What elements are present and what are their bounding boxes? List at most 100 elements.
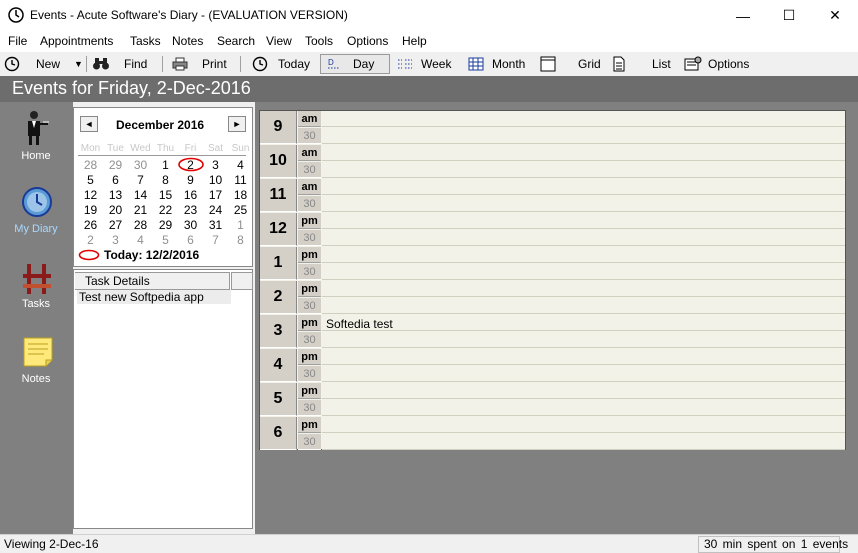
next-month-button[interactable]: ► [228, 116, 246, 132]
task-column-header[interactable]: Task Details [75, 272, 230, 290]
calendar-day[interactable]: 26 [78, 218, 103, 232]
time-slot[interactable] [322, 332, 845, 348]
time-slot[interactable] [322, 111, 845, 127]
menu-file[interactable]: File [8, 34, 27, 48]
menu-search[interactable]: Search [217, 34, 255, 48]
calendar-day[interactable]: 16 [178, 188, 203, 202]
time-slot[interactable] [322, 281, 845, 297]
calendar-day[interactable]: 17 [203, 188, 228, 202]
time-slot[interactable] [322, 400, 845, 416]
ampm-label: pm [298, 383, 321, 399]
menu-tools[interactable]: Tools [305, 34, 333, 48]
calendar-day[interactable]: 29 [103, 158, 128, 172]
time-slot[interactable] [322, 264, 845, 280]
calendar-day[interactable]: 28 [128, 218, 153, 232]
time-slot[interactable] [322, 349, 845, 365]
time-slot[interactable] [322, 162, 845, 178]
time-slot[interactable] [322, 145, 845, 161]
time-slot[interactable] [322, 247, 845, 263]
time-slot[interactable] [322, 366, 845, 382]
menu-view[interactable]: View [266, 34, 292, 48]
calendar-day[interactable]: 3 [203, 158, 228, 172]
time-slot[interactable] [322, 179, 845, 195]
grid-view-button[interactable]: Grid [540, 54, 601, 74]
calendar-day[interactable]: 3 [103, 233, 128, 247]
calendar-day[interactable]: 25 [228, 203, 253, 217]
calendar-day[interactable]: 27 [103, 218, 128, 232]
day-view-button[interactable]: D Day [320, 54, 390, 74]
time-slot[interactable] [322, 298, 845, 314]
calendar-day[interactable]: 10 [203, 173, 228, 187]
find-button[interactable]: Find [92, 54, 147, 74]
time-slot[interactable] [322, 383, 845, 399]
time-slot[interactable] [322, 315, 845, 331]
menu-notes[interactable]: Notes [172, 34, 203, 48]
calendar-day[interactable]: 7 [203, 233, 228, 247]
print-button[interactable]: Print [172, 54, 227, 74]
calendar-day[interactable]: 11 [228, 173, 253, 187]
calendar-day[interactable]: 2 [178, 158, 203, 172]
today-button[interactable]: Today [252, 54, 310, 74]
sidebar-item-tasks[interactable]: Tasks [4, 262, 68, 318]
calendar-day[interactable]: 7 [128, 173, 153, 187]
menu-appointments[interactable]: Appointments [40, 34, 113, 48]
calendar-day[interactable]: 1 [228, 218, 253, 232]
new-dropdown-button[interactable]: ▼ [74, 54, 83, 74]
calendar-day[interactable]: 29 [153, 218, 178, 232]
calendar-day[interactable]: 12 [78, 188, 103, 202]
time-slot[interactable] [322, 213, 845, 229]
close-button[interactable]: ✕ [812, 0, 858, 31]
list-view-button[interactable]: List [612, 54, 671, 74]
menu-tasks[interactable]: Tasks [130, 34, 161, 48]
calendar-day[interactable]: 30 [178, 218, 203, 232]
event-entry[interactable]: Softedia test [326, 317, 393, 331]
time-slot[interactable] [322, 128, 845, 144]
calendar-day[interactable]: 8 [228, 233, 253, 247]
prev-month-button[interactable]: ◄ [80, 116, 98, 132]
calendar-day[interactable]: 24 [203, 203, 228, 217]
sidebar-item-notes[interactable]: Notes [4, 336, 68, 392]
calendar-day[interactable]: 21 [128, 203, 153, 217]
time-slot[interactable] [322, 434, 845, 450]
ampm-label: pm [298, 315, 321, 331]
calendar-day[interactable]: 4 [128, 233, 153, 247]
butler-icon [28, 111, 49, 145]
sidebar-item-my-diary[interactable]: My Diary [4, 186, 68, 242]
calendar-day[interactable]: 19 [78, 203, 103, 217]
month-view-button[interactable]: Month [468, 54, 525, 74]
week-view-button[interactable]: Week [397, 54, 451, 74]
new-button[interactable]: New [4, 54, 60, 74]
time-slot[interactable] [322, 417, 845, 433]
calendar-day[interactable]: 15 [153, 188, 178, 202]
calendar-day[interactable]: 31 [203, 218, 228, 232]
maximize-button[interactable]: ☐ [766, 0, 812, 31]
menu-help[interactable]: Help [402, 34, 427, 48]
calendar-day[interactable]: 9 [178, 173, 203, 187]
dropdown-arrow-icon: ▼ [74, 59, 83, 69]
calendar-day[interactable]: 2 [78, 233, 103, 247]
sidebar-item-home[interactable]: Home [4, 110, 68, 166]
calendar-day[interactable]: 20 [103, 203, 128, 217]
calendar-day[interactable]: 5 [153, 233, 178, 247]
options-button[interactable]: Options [684, 54, 749, 74]
calendar-day[interactable]: 8 [153, 173, 178, 187]
clock-icon [4, 56, 20, 72]
calendar-day[interactable]: 30 [128, 158, 153, 172]
calendar-day[interactable]: 6 [103, 173, 128, 187]
task-row[interactable]: Test new Softpedia app [77, 290, 231, 304]
menu-options[interactable]: Options [347, 34, 388, 48]
calendar-day[interactable]: 22 [153, 203, 178, 217]
minimize-button[interactable]: — [720, 0, 766, 31]
calendar-day[interactable]: 18 [228, 188, 253, 202]
calendar-day[interactable]: 1 [153, 158, 178, 172]
calendar-day[interactable]: 23 [178, 203, 203, 217]
calendar-day[interactable]: 28 [78, 158, 103, 172]
calendar-day[interactable]: 6 [178, 233, 203, 247]
calendar-day[interactable]: 13 [103, 188, 128, 202]
time-slot[interactable] [322, 196, 845, 212]
today-indicator[interactable]: Today: 12/2/2016 [104, 248, 199, 262]
calendar-day[interactable]: 14 [128, 188, 153, 202]
time-slot[interactable] [322, 230, 845, 246]
calendar-day[interactable]: 5 [78, 173, 103, 187]
calendar-day[interactable]: 4 [228, 158, 253, 172]
